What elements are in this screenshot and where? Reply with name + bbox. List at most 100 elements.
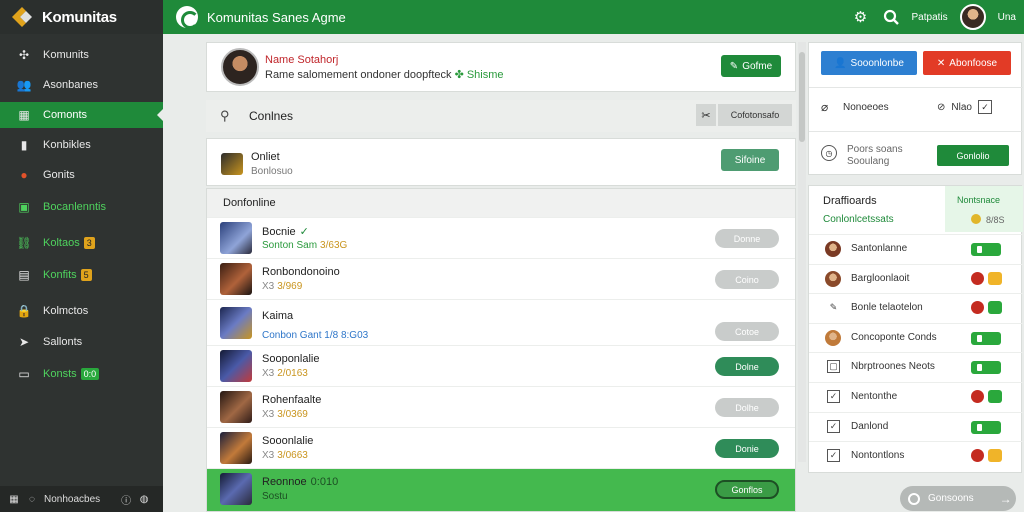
brand-logo-icon <box>12 7 32 27</box>
user-name[interactable]: Una <box>998 12 1016 23</box>
profile-card: Name Sotahorj Rame salomement ondoner do… <box>206 42 796 92</box>
badge-icon: ● <box>20 168 28 182</box>
blue-action-button[interactable]: 👤 Sooonlonbe <box>821 51 917 75</box>
sidebar-item-konsts[interactable]: ▭ Konsts 0:0 <box>0 361 163 387</box>
status-indicators[interactable] <box>971 301 1002 315</box>
row-button[interactable]: Coino <box>715 270 779 289</box>
table-row[interactable]: Bocnie ✓ Sonton Sam 3/63G Donne <box>207 217 795 258</box>
list-item[interactable]: Concoponte Conds <box>809 322 1023 352</box>
game-thumbnail <box>220 263 252 295</box>
table-row[interactable]: Sooponlalie X3 2/0163 Dolne <box>207 345 795 386</box>
list-item[interactable]: Santonlanne <box>809 234 1023 263</box>
link-icon: ⛓ <box>16 236 32 250</box>
list-item[interactable]: ✓ Danlond <box>809 411 1023 441</box>
bottom-pill-button[interactable]: Gonsoons → <box>900 486 1016 511</box>
online-button[interactable]: Sifoine <box>721 149 779 171</box>
sidebar-item-kolmctos[interactable]: 🔒 Kolmctos <box>0 298 163 324</box>
misc-row[interactable]: ⊘ Nlao ✓ <box>937 100 992 114</box>
nomad-row[interactable]: ⌀ Nonoeoes <box>821 100 889 114</box>
alert-dot-icon <box>971 271 984 285</box>
leaf-icon: ⌀ <box>821 100 829 114</box>
row-button[interactable]: Donie <box>715 439 779 458</box>
table-row[interactable]: Sooonlalie X3 3/0663 Donie <box>207 427 795 468</box>
row-sub: Conbon Gant 1/8 8:G03 <box>262 330 369 341</box>
game-thumbnail <box>220 432 252 464</box>
sidebar-item-label: Asonbanes <box>43 79 99 91</box>
friend-name: Nbrptroones Neots <box>851 361 935 373</box>
summary-label: Nontsnace <box>957 195 1001 205</box>
status-indicators[interactable] <box>971 390 1002 403</box>
checkbox-icon: ▢ <box>827 360 840 374</box>
sidebar-item-label: Gonits <box>43 169 75 181</box>
profile-action-button[interactable]: ✎ Gofme <box>721 55 781 77</box>
sidebar-item-sallonts[interactable]: ➤ Sallonts <box>0 329 163 355</box>
status-indicators[interactable] <box>971 449 1002 463</box>
list-item[interactable]: ✓ Nontontlons <box>809 441 1023 470</box>
toggle-switch[interactable] <box>971 420 1001 434</box>
check-icon: ✓ <box>827 419 840 433</box>
profile-description: Rame salomement ondoner doopfteck ✤ Shis… <box>265 68 504 81</box>
toggle-switch[interactable] <box>971 361 1001 375</box>
sidebar: ✣ Komunits 👥 Asonbanes ▦ Comonts ▮ Konbi… <box>0 34 163 486</box>
row-name-badge: ✓ <box>299 226 309 238</box>
game-icon <box>221 153 243 175</box>
list-item[interactable]: ✎ Bonle telaotelon <box>809 293 1023 322</box>
row-sub: X3 2/0163 <box>262 368 308 379</box>
row-button[interactable]: Cotoe <box>715 322 779 341</box>
sidebar-item-comonts[interactable]: ▦ Comonts <box>0 102 163 128</box>
refresh-icon[interactable]: ◌ <box>26 493 38 505</box>
sidebar-item-konbikles[interactable]: ▮ Konbikles <box>0 132 163 158</box>
status-label: Nonhoacbes <box>44 493 101 505</box>
search-icon[interactable] <box>882 8 900 26</box>
status-indicators[interactable] <box>971 271 1002 285</box>
sidebar-item-asonbanes[interactable]: 👥 Asonbanes <box>0 72 163 98</box>
sidebar-item-bocanlenntis[interactable]: ▣ Bocanlenntis <box>0 194 163 220</box>
toggle-switch[interactable] <box>971 331 1001 345</box>
shield-icon[interactable]: ◍ <box>138 493 150 505</box>
sidebar-item-konfits[interactable]: ▤ Konfits 5 <box>0 262 163 288</box>
brand-name: Komunitas <box>42 8 117 26</box>
row-sub: X3 3/0369 <box>262 409 308 420</box>
status-button[interactable]: Gonlolio <box>937 145 1009 166</box>
nomad-label: Nonoeoes <box>843 101 889 113</box>
scrollbar[interactable] <box>798 42 806 462</box>
table-row-selected[interactable]: Reonnoe 0:010 Sostu Gonflos <box>207 468 795 511</box>
brand[interactable]: Komunitas <box>0 0 163 34</box>
toggle-switch[interactable] <box>971 243 1001 256</box>
game-thumbnail <box>220 307 252 339</box>
red-action-button[interactable]: ✕ Abonfoose <box>923 51 1011 75</box>
row-button[interactable]: Donne <box>715 229 779 248</box>
list-item[interactable]: ▢ Nbrptroones Neots <box>809 352 1023 381</box>
row-button[interactable]: Dolne <box>715 357 779 376</box>
info-icon[interactable]: ⓘ <box>120 493 132 507</box>
list-item[interactable]: ✓ Nentonthe <box>809 382 1023 411</box>
status-chip-icon <box>988 449 1002 463</box>
user-avatar[interactable] <box>959 4 986 30</box>
friend-name: Nontontlons <box>851 450 905 462</box>
row-button[interactable]: Gonflos <box>715 480 779 499</box>
row-name-text: Reonnoe <box>262 476 307 488</box>
sidebar-item-koltaos[interactable]: ⛓ Koltaos 3 <box>0 230 163 256</box>
grid-icon: ▦ <box>18 108 30 122</box>
section-action-button[interactable]: Cofotonsafo <box>718 104 792 126</box>
table-row[interactable]: Rohenfaalte X3 3/0369 Dolhe <box>207 386 795 427</box>
game-thumbnail <box>220 350 252 382</box>
sidebar-item-komunits[interactable]: ✣ Komunits <box>0 42 163 68</box>
book-icon: ▮ <box>20 138 28 152</box>
game-thumbnail <box>220 391 252 423</box>
list-item[interactable]: Bargloonlaoit <box>809 263 1023 293</box>
section-title: Conlnes <box>249 109 294 123</box>
sidebar-item-gonits[interactable]: ● Gonits <box>0 162 163 188</box>
profile-desc-text: Rame salomement ondoner doopfteck <box>265 69 452 81</box>
avatar <box>825 329 841 346</box>
user-label[interactable]: Patpatis <box>912 12 948 23</box>
check-icon[interactable]: ✓ <box>977 100 992 114</box>
gear-icon[interactable]: ⚙ <box>852 8 870 26</box>
table-row[interactable]: Kaima Conbon Gant 1/8 8:G03 Cotoe <box>207 299 795 345</box>
avatar[interactable] <box>221 48 259 86</box>
scrollbar-thumb[interactable] <box>799 52 805 142</box>
filter-icon[interactable]: ✂ <box>696 104 716 126</box>
grid-icon[interactable]: ▦ <box>8 493 20 505</box>
row-button[interactable]: Dolhe <box>715 398 779 417</box>
table-row[interactable]: Ronbondonoino X3 3/969 Coino <box>207 258 795 299</box>
